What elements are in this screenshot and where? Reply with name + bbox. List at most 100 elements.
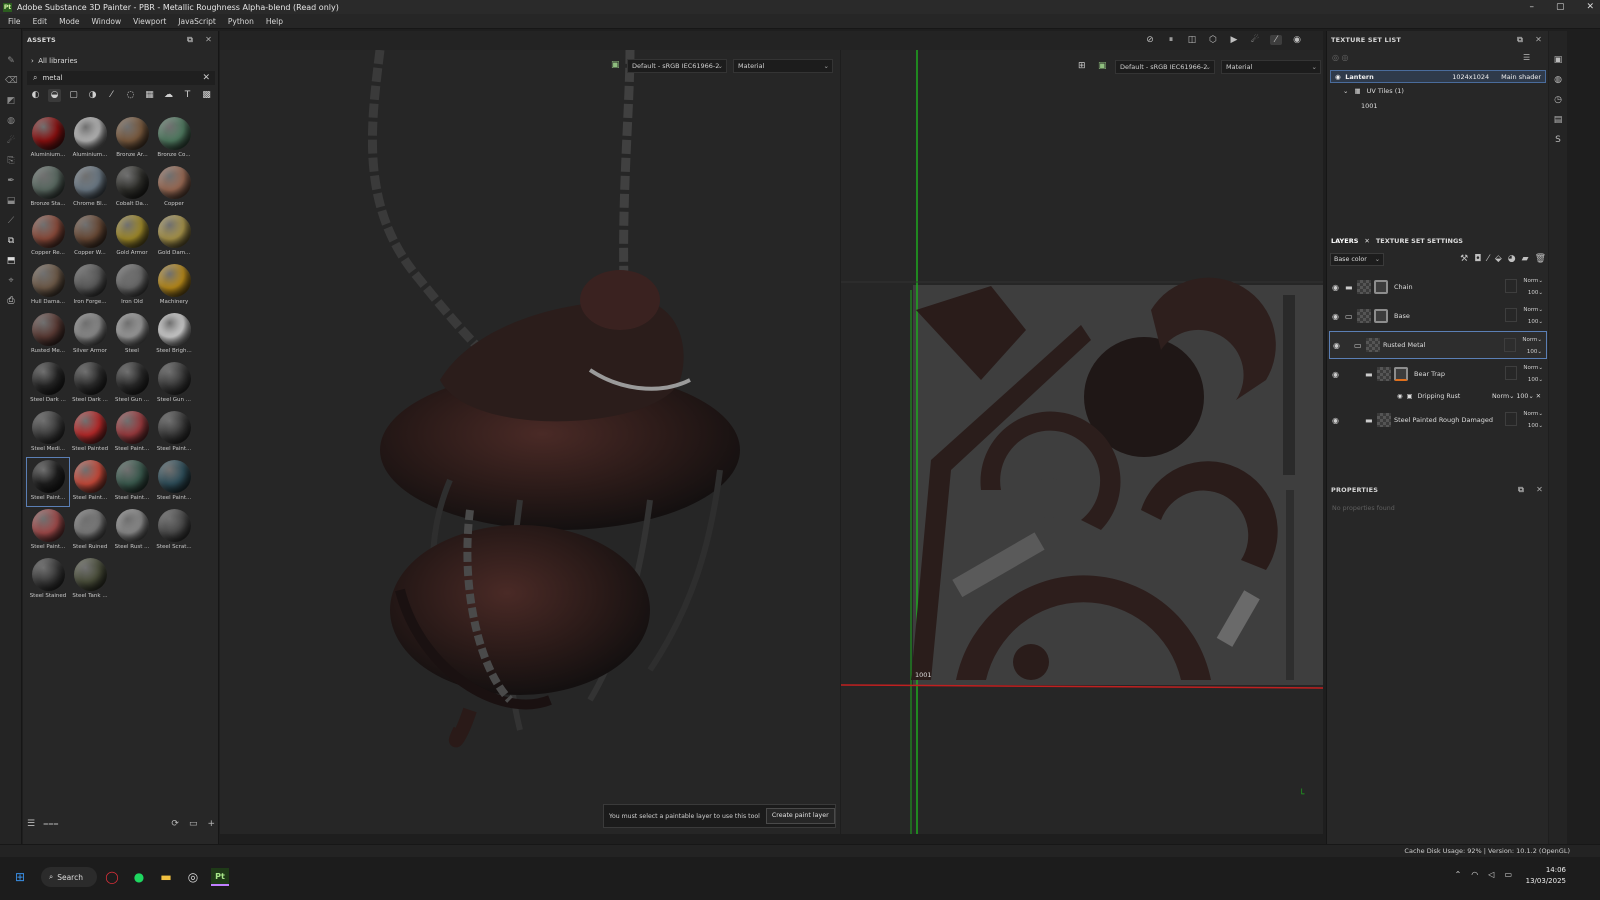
filter-fonts-icon[interactable]: T bbox=[181, 89, 194, 102]
material-thumbnail[interactable]: Steel Paint... bbox=[27, 507, 69, 555]
material-thumbnail[interactable]: Steel Gun ... bbox=[153, 360, 195, 408]
layer-row[interactable]: ◉ ▭ Base Norm⌄ 100⌄ bbox=[1329, 302, 1547, 330]
add-mask-icon[interactable]: ◘ bbox=[1474, 254, 1481, 264]
app-icon[interactable]: ◎ bbox=[184, 868, 202, 886]
material-thumbnail[interactable]: Steel Painted bbox=[69, 409, 111, 457]
add-folder-icon[interactable]: ▰ bbox=[1522, 254, 1529, 264]
uv-tile-item[interactable]: 1001 bbox=[1361, 102, 1378, 110]
display-settings-icon[interactable]: ◍ bbox=[1552, 75, 1564, 85]
material-thumbnail[interactable]: Iron Old bbox=[111, 262, 153, 310]
layer-row-selected[interactable]: ◉ ▭ Rusted Metal Norm⌄ 100⌄ bbox=[1329, 331, 1547, 359]
material-thumbnail[interactable]: Steel Medi... bbox=[27, 409, 69, 457]
delete-layer-icon[interactable]: 🗑 bbox=[1535, 254, 1546, 264]
eraser-icon[interactable]: ⌫ bbox=[5, 75, 18, 87]
eye-icon[interactable]: ◉ bbox=[1332, 370, 1345, 379]
texture-set-shader[interactable]: Main shader bbox=[1501, 73, 1541, 81]
hide-ui-icon[interactable]: ⊘ bbox=[1144, 35, 1156, 45]
material-thumbnail[interactable]: Steel bbox=[111, 311, 153, 359]
material-thumbnail[interactable]: Gold Armor bbox=[111, 213, 153, 261]
blend-mode[interactable]: Norm bbox=[1523, 307, 1538, 313]
path-icon[interactable]: ⟋ bbox=[5, 215, 17, 227]
stamp-icon[interactable]: ⬓ bbox=[5, 195, 17, 207]
create-paint-layer-button[interactable]: Create paint layer bbox=[765, 808, 835, 824]
undock-icon[interactable]: ⧉ bbox=[187, 35, 193, 45]
windows-start-icon[interactable]: ⊞ bbox=[11, 868, 29, 886]
channel-view-icon[interactable]: ▣ bbox=[611, 60, 620, 70]
layer-mask-thumbnail[interactable] bbox=[1374, 309, 1388, 323]
material-thumbnail[interactable]: Steel Dark ... bbox=[69, 360, 111, 408]
camera-icon[interactable]: ▶ bbox=[1228, 35, 1240, 45]
light-icon[interactable]: ☄ bbox=[1249, 35, 1261, 45]
spotify-icon[interactable]: ● bbox=[130, 868, 148, 886]
file-explorer-icon[interactable]: ▬ bbox=[157, 868, 175, 886]
material-thumbnail[interactable]: Aluminium... bbox=[27, 115, 69, 163]
visibility-toggle-icon[interactable]: ◎ ◎ bbox=[1332, 53, 1349, 62]
clone-icon[interactable]: ⎘ bbox=[5, 155, 17, 167]
material-thumbnail[interactable]: Hull Dama... bbox=[27, 262, 69, 310]
eye-icon[interactable]: ◉ bbox=[1332, 312, 1345, 321]
channel-view-icon[interactable]: ▣ bbox=[1098, 61, 1107, 71]
battery-icon[interactable]: ▭ bbox=[1504, 870, 1512, 879]
eye-icon[interactable]: ◉ bbox=[1332, 283, 1345, 292]
material-thumbnail[interactable]: Steel Paint... bbox=[153, 458, 195, 506]
eye-icon[interactable]: ◉ bbox=[1397, 393, 1403, 400]
volume-icon[interactable]: ◁ bbox=[1488, 870, 1494, 879]
layer-row[interactable]: ◉ ▬ Chain Norm⌄ 100⌄ bbox=[1329, 273, 1547, 301]
sort-icon[interactable]: ⩶ bbox=[43, 819, 58, 829]
layer-row[interactable]: ◉ ▬ Steel Painted Rough Damaged Norm⌄ 100… bbox=[1329, 406, 1547, 434]
maximize-button[interactable]: ▢ bbox=[1556, 0, 1565, 14]
effect-opacity[interactable]: 100 bbox=[1516, 393, 1528, 400]
menu-window[interactable]: Window bbox=[87, 17, 127, 26]
grid-display-icon[interactable]: ⊞ bbox=[1078, 61, 1086, 71]
screenshot-icon[interactable]: ◉ bbox=[1291, 35, 1303, 45]
layer-opacity[interactable]: 100 bbox=[1528, 423, 1539, 429]
smudge-icon[interactable]: ☄ bbox=[5, 135, 17, 147]
close-icon[interactable]: ✕ bbox=[1364, 237, 1369, 245]
layer-row[interactable]: ◉ ▬ Bear Trap Norm⌄ 100⌄ bbox=[1329, 360, 1547, 388]
cube-view-icon[interactable]: ⬡ bbox=[1207, 35, 1219, 45]
refresh-icon[interactable]: ⟳ bbox=[171, 819, 179, 829]
material-thumbnail[interactable]: Steel Gun ... bbox=[111, 360, 153, 408]
opera-icon[interactable]: ◯ bbox=[103, 868, 121, 886]
filter-all-icon[interactable]: ◐ bbox=[29, 89, 42, 102]
left-display-mode-select[interactable]: Material ⌄ bbox=[733, 59, 833, 73]
layer-opacity[interactable]: 100 bbox=[1528, 319, 1539, 325]
close-icon[interactable]: ✕ bbox=[1536, 485, 1543, 495]
close-icon[interactable]: ✕ bbox=[1535, 35, 1542, 45]
material-thumbnail[interactable]: Steel Rust ... bbox=[111, 507, 153, 555]
material-thumbnail[interactable]: Steel Paint... bbox=[69, 458, 111, 506]
export-icon[interactable]: ⎙ bbox=[5, 295, 17, 307]
filter-textures-icon[interactable]: ▢ bbox=[67, 89, 80, 102]
material-thumbnail[interactable]: Steel Scrat... bbox=[153, 507, 195, 555]
history-icon[interactable]: ◷ bbox=[1552, 95, 1564, 105]
effect-row[interactable]: ◉ ▣ Dripping Rust Norm⌄ 100⌄ ✕ bbox=[1397, 390, 1545, 402]
channel-select[interactable]: Base color ⌄ bbox=[1330, 252, 1384, 266]
add-smart-material-icon[interactable]: ◕ bbox=[1508, 254, 1516, 264]
menu-viewport[interactable]: Viewport bbox=[128, 17, 171, 26]
color-picker-icon[interactable]: ✒ bbox=[5, 175, 17, 187]
close-window-button[interactable]: ✕ bbox=[1586, 0, 1594, 14]
wifi-icon[interactable]: ◠ bbox=[1471, 870, 1478, 879]
eye-icon[interactable]: ◉ bbox=[1335, 73, 1341, 81]
material-thumbnail[interactable]: Steel Tank ... bbox=[69, 556, 111, 604]
add-effect-icon[interactable]: ⚒ bbox=[1460, 254, 1468, 264]
menu-mode[interactable]: Mode bbox=[54, 17, 84, 26]
add-paint-layer-icon[interactable]: ⁄ bbox=[1487, 254, 1489, 264]
paint-brush-icon[interactable]: ✎ bbox=[5, 55, 17, 67]
paint-mode-icon[interactable]: ⁄ bbox=[1270, 35, 1282, 45]
menu-edit[interactable]: Edit bbox=[28, 17, 53, 26]
filter-alphas-icon[interactable]: ▦ bbox=[143, 89, 156, 102]
left-colorspace-select[interactable]: Default - sRGB IEC61966-2 ⌄ bbox=[627, 59, 727, 73]
material-picker-icon[interactable]: ⧉ bbox=[5, 235, 17, 247]
eye-icon[interactable]: ◉ bbox=[1333, 341, 1346, 350]
blend-mode[interactable]: Norm bbox=[1523, 278, 1538, 284]
material-thumbnail[interactable]: Steel Stained bbox=[27, 556, 69, 604]
material-thumbnail[interactable]: Copper W... bbox=[69, 213, 111, 261]
material-thumbnail[interactable]: Steel Dark ... bbox=[27, 360, 69, 408]
material-thumbnail[interactable]: Copper Re... bbox=[27, 213, 69, 261]
geometry-fill-icon[interactable]: ◍ bbox=[5, 115, 17, 127]
menu-file[interactable]: File bbox=[3, 17, 26, 26]
material-thumbnail[interactable]: Bronze Sta... bbox=[27, 164, 69, 212]
bake-icon[interactable]: ⬒ bbox=[5, 255, 17, 267]
right-colorspace-select[interactable]: Default - sRGB IEC61966-2 ⌄ bbox=[1115, 60, 1215, 74]
